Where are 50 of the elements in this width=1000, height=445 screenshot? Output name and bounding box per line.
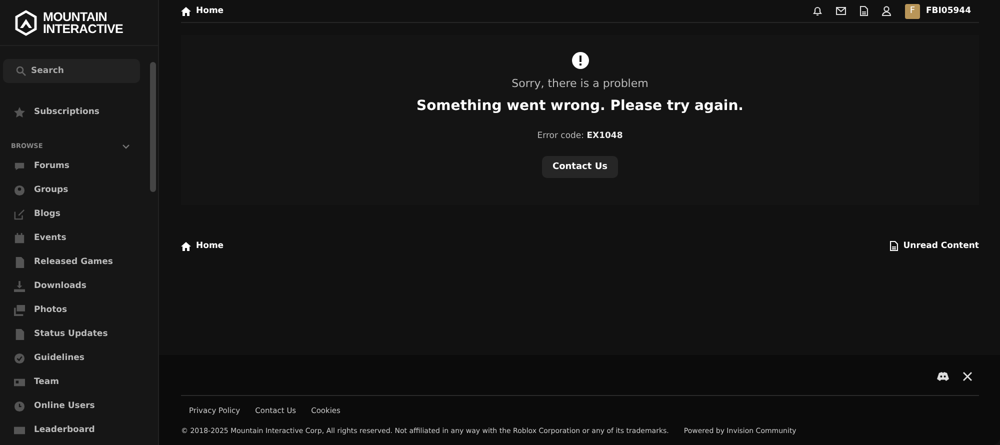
breadcrumb-link[interactable]: Home <box>181 241 224 251</box>
sidebar-item[interactable]: Groups <box>0 178 158 202</box>
menu-icon <box>14 256 25 268</box>
bell-icon[interactable] <box>812 6 822 16</box>
unread-link[interactable]: Unread Content <box>890 241 979 251</box>
menu-icon <box>14 328 25 340</box>
brand-name: MOUNTAIN <box>43 10 108 22</box>
sidebar-item[interactable]: Events <box>0 226 158 250</box>
sidebar-item[interactable]: Online Users <box>0 394 158 418</box>
document-icon <box>890 241 898 251</box>
sidebar-item[interactable]: Blogs <box>0 202 158 226</box>
menu-icon <box>14 280 25 292</box>
sidebar-item[interactable]: Photos <box>0 298 158 322</box>
sidebar-item[interactable]: Downloads <box>0 274 158 298</box>
sidebar-item[interactable]: Subscriptions <box>0 100 158 124</box>
x-icon[interactable] <box>963 372 972 381</box>
search-field[interactable]: Search <box>3 59 140 83</box>
menu-icon <box>14 232 25 244</box>
chevron-icon[interactable] <box>122 144 130 148</box>
sidebar-item[interactable]: Released Games <box>0 250 158 274</box>
sidebar-item[interactable]: Guidelines <box>0 346 158 370</box>
contact-button[interactable]: Contact Us <box>542 156 618 178</box>
home-icon <box>181 6 191 16</box>
error-subtitle: Sorry, there is a problem <box>512 77 648 90</box>
user-icon[interactable] <box>882 6 891 16</box>
scrollbar[interactable] <box>150 62 156 192</box>
menu-icon <box>14 208 25 220</box>
exclamation-icon <box>572 52 588 69</box>
menu-icon <box>14 304 25 316</box>
sidebar-item[interactable]: Leaderboard <box>0 418 158 442</box>
menu-icon <box>14 160 25 172</box>
username[interactable]: FBI05944 <box>926 6 971 16</box>
menu-icon <box>14 352 25 364</box>
menu-icon <box>14 184 25 196</box>
document-icon[interactable] <box>860 6 868 16</box>
menu-icon <box>14 376 25 388</box>
logo-icon <box>15 10 37 36</box>
error-code: Error code: EX1048 <box>537 131 623 141</box>
brand-name: INTERACTIVE <box>43 22 124 34</box>
breadcrumb-link[interactable]: Home <box>181 6 224 16</box>
chat-icon[interactable] <box>937 372 949 381</box>
envelope-icon[interactable] <box>836 7 846 15</box>
error-title: Something went wrong. Please try again. <box>416 98 744 114</box>
star-icon <box>14 106 25 118</box>
sidebar-item[interactable]: Status Updates <box>0 322 158 346</box>
menu-icon <box>14 424 25 436</box>
sidebar-item[interactable]: Team <box>0 370 158 394</box>
menu-icon <box>14 400 25 412</box>
sidebar-item[interactable]: Forums <box>0 154 158 178</box>
home-icon <box>181 242 191 250</box>
